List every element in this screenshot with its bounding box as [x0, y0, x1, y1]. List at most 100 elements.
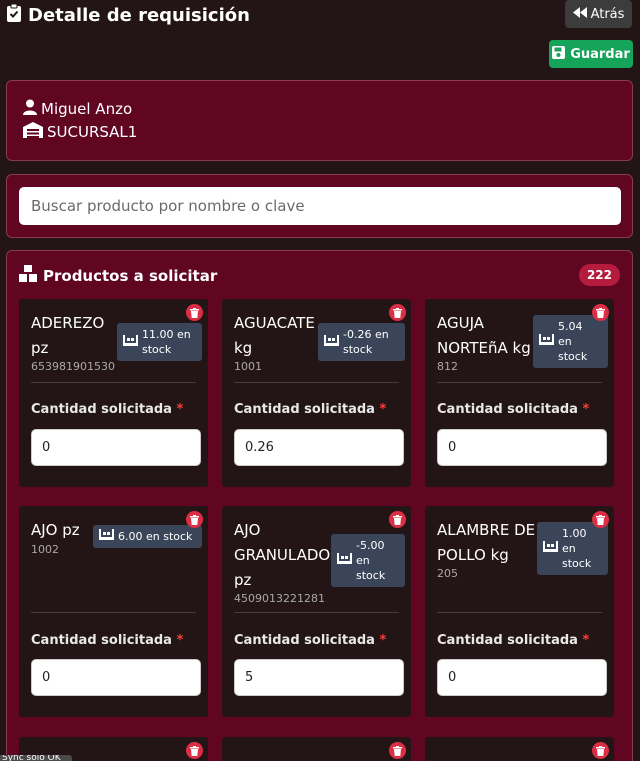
product-card: ADEREZO pz 653981901530 11.00 en stock Ca… [19, 299, 208, 487]
quantity-input[interactable] [31, 429, 201, 466]
stock-value: -0.26 en [343, 328, 389, 341]
delete-product-button[interactable] [389, 742, 406, 759]
trash-icon [596, 303, 605, 322]
branch-name: SUCURSAL1 [47, 123, 138, 141]
divider [31, 612, 196, 613]
clipboard-check-icon [6, 3, 22, 27]
divider [234, 382, 399, 383]
trash-icon [393, 303, 402, 322]
page-title: Detalle de requisición [28, 4, 250, 26]
warehouse-icon [324, 334, 339, 350]
user-name: Miguel Anzo [41, 100, 133, 118]
product-code: 653981901530 [31, 360, 115, 373]
quantity-label: Cantidad solicitada * [437, 633, 590, 648]
quantity-label: Cantidad solicitada * [234, 633, 387, 648]
products-title: Productos a solicitar [43, 266, 218, 285]
products-panel: Productos a solicitar 222 ADEREZO pz 653… [6, 250, 633, 761]
delete-product-button[interactable] [186, 304, 203, 321]
quantity-label: Cantidad solicitada * [437, 402, 590, 417]
product-card [222, 737, 411, 761]
quantity-input[interactable] [31, 659, 201, 696]
product-name: AGUJA NORTEñA kg [437, 314, 531, 357]
back-button[interactable]: Atrás [565, 0, 632, 28]
stock-badge: -0.26 en stock [318, 323, 405, 361]
branch-row: SUCURSAL1 [23, 122, 137, 142]
product-name: AGUACATE kg [234, 314, 315, 357]
stock-badge: -5.00 en stock [331, 534, 405, 587]
product-code: 1001 [234, 360, 262, 373]
boxes-icon [19, 265, 37, 286]
product-count-badge: 222 [578, 264, 620, 286]
search-panel [6, 174, 633, 238]
stock-value: 6.00 en stock [118, 530, 193, 543]
product-name: ALAMBRE DE POLLO kg [437, 521, 536, 564]
quantity-label: Cantidad solicitada * [31, 402, 184, 417]
trash-icon [393, 741, 402, 760]
delete-product-button[interactable] [389, 511, 406, 528]
warehouse-icon [543, 541, 558, 556]
page-header: Detalle de requisición [6, 3, 250, 27]
warehouse-icon [23, 122, 43, 142]
stock-badge: 5.04 en stock [533, 315, 608, 368]
product-card: AJO pz 1002 6.00 en stock Cantidad solic… [19, 506, 208, 717]
divider [437, 612, 602, 613]
trash-icon [596, 510, 605, 529]
product-name: AJO GRANULADO pz [234, 521, 331, 589]
stock-badge: 11.00 en stock [117, 323, 202, 361]
trash-icon [190, 303, 199, 322]
delete-product-button[interactable] [592, 742, 609, 759]
stock-unit: stock [343, 343, 373, 356]
product-code: 812 [437, 360, 458, 373]
delete-product-button[interactable] [186, 742, 203, 759]
delete-product-button[interactable] [592, 511, 609, 528]
user-icon [23, 99, 37, 119]
product-card: AGUJA NORTEñA kg 812 5.04 en stock Cantid… [425, 299, 614, 487]
product-search-input[interactable] [19, 187, 621, 225]
back-button-label: Atrás [590, 6, 625, 22]
stock-badge: 6.00 en stock [93, 525, 202, 548]
quantity-label: Cantidad solicitada * [31, 633, 184, 648]
quantity-label: Cantidad solicitada * [234, 402, 387, 417]
save-button-label: Guardar [570, 46, 630, 62]
backward-icon [572, 6, 587, 22]
product-card: ALAMBRE DE POLLO kg 205 1.00 en stock Can… [425, 506, 614, 717]
quantity-input[interactable] [234, 429, 404, 466]
warehouse-icon [99, 529, 114, 544]
requester-panel: Miguel Anzo SUCURSAL1 [6, 80, 633, 161]
products-header: Productos a solicitar [19, 265, 217, 286]
stock-badge: 1.00 en stock [537, 522, 608, 575]
trash-icon [190, 741, 199, 760]
delete-product-button[interactable] [389, 304, 406, 321]
stock-value: 11.00 en [142, 328, 191, 341]
quantity-input[interactable] [437, 659, 607, 696]
trash-icon [393, 510, 402, 529]
floppy-disk-icon [552, 45, 566, 63]
delete-product-button[interactable] [186, 511, 203, 528]
delete-product-button[interactable] [592, 304, 609, 321]
divider [437, 382, 602, 383]
sync-status-toast: Sync solo OK [0, 755, 72, 761]
quantity-input[interactable] [437, 429, 607, 466]
warehouse-icon [337, 553, 352, 568]
product-card [425, 737, 614, 761]
stock-unit: en stock [562, 542, 592, 570]
divider [234, 612, 399, 613]
stock-unit: stock [142, 343, 172, 356]
stock-unit: en stock [356, 554, 386, 582]
product-card: AJO GRANULADO pz 4509013221281 -5.00 en s… [222, 506, 411, 717]
product-code: 4509013221281 [234, 592, 325, 605]
warehouse-icon [123, 334, 138, 350]
stock-unit: en stock [558, 335, 588, 363]
divider [31, 382, 196, 383]
quantity-input[interactable] [234, 659, 404, 696]
user-row: Miguel Anzo [23, 99, 132, 119]
product-code: 205 [437, 567, 458, 580]
trash-icon [190, 510, 199, 529]
stock-value: -5.00 [356, 539, 385, 552]
save-button[interactable]: Guardar [549, 40, 633, 68]
warehouse-icon [539, 334, 554, 349]
product-card: AGUACATE kg 1001 -0.26 en stock Cantidad … [222, 299, 411, 487]
product-code: 1002 [31, 543, 59, 556]
trash-icon [596, 741, 605, 760]
product-name: ADEREZO pz [31, 314, 105, 357]
